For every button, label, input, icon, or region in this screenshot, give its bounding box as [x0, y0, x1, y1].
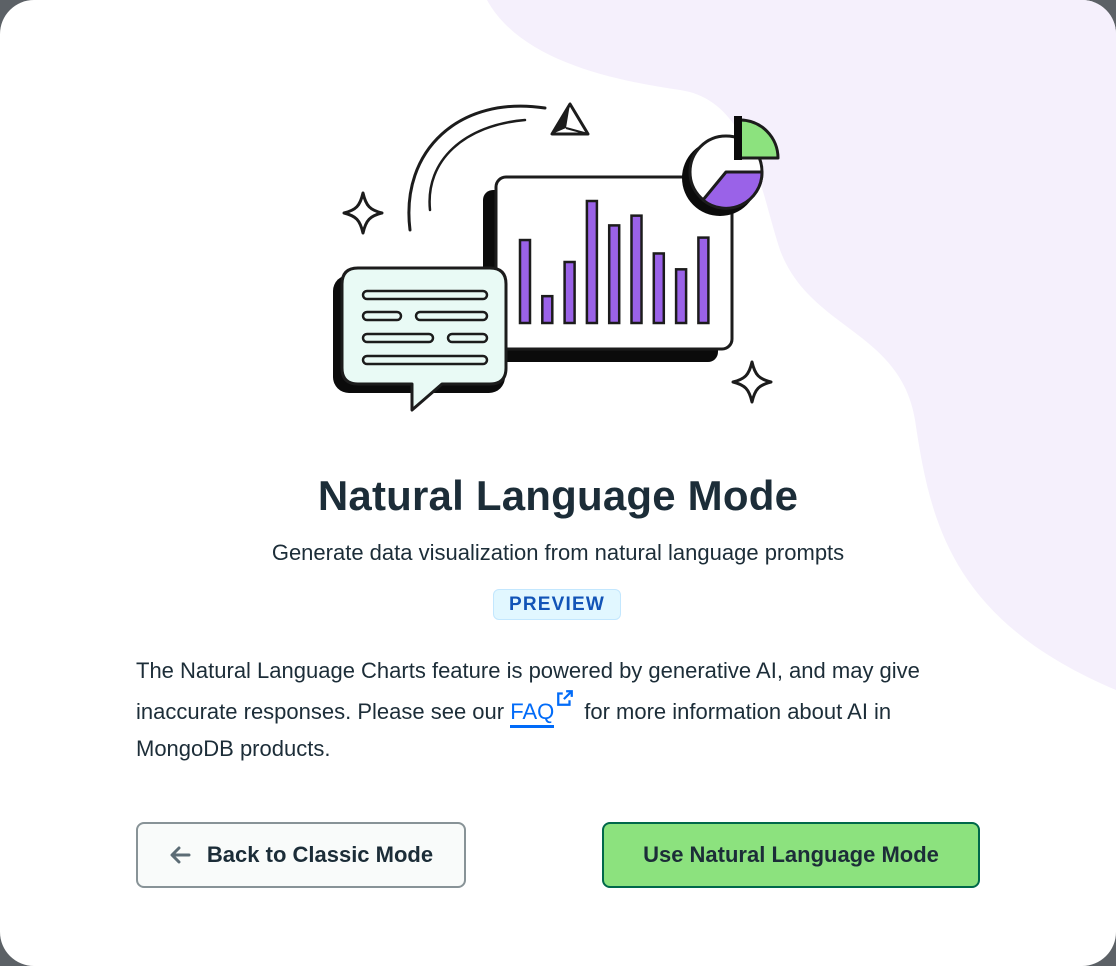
faq-link[interactable]: FAQ [510, 699, 555, 728]
external-link-icon[interactable] [556, 689, 574, 707]
chart-bar [607, 224, 621, 325]
chart-bar [697, 236, 710, 325]
disclaimer-text: The Natural Language Charts feature is p… [136, 652, 956, 767]
back-to-classic-mode-button[interactable]: Back to Classic Mode [136, 822, 466, 888]
modal-title: Natural Language Mode [317, 472, 799, 519]
chart-bar [585, 199, 599, 325]
sparkle-icon [731, 360, 773, 404]
chart-bar [674, 268, 688, 325]
chart-bar [541, 294, 554, 325]
triangle-icon [550, 102, 590, 136]
sparkle-icon [342, 191, 384, 235]
natural-language-mode-modal: Natural Language Mode Generate data visu… [0, 0, 1116, 966]
chart-illustration [333, 102, 780, 412]
chart-bar [630, 214, 643, 325]
use-button-label: Use Natural Language Mode [643, 842, 939, 867]
chart-bar [563, 260, 576, 325]
chart-bar [652, 252, 666, 325]
chart-bar [518, 238, 532, 325]
pie-chart-icon [682, 116, 780, 216]
use-natural-language-mode-button[interactable]: Use Natural Language Mode [602, 822, 980, 888]
preview-badge: PREVIEW [493, 589, 621, 620]
arrow-left-icon [170, 846, 191, 864]
back-button-label: Back to Classic Mode [206, 842, 434, 867]
modal-subtitle: Generate data visualization from natural… [271, 540, 845, 565]
